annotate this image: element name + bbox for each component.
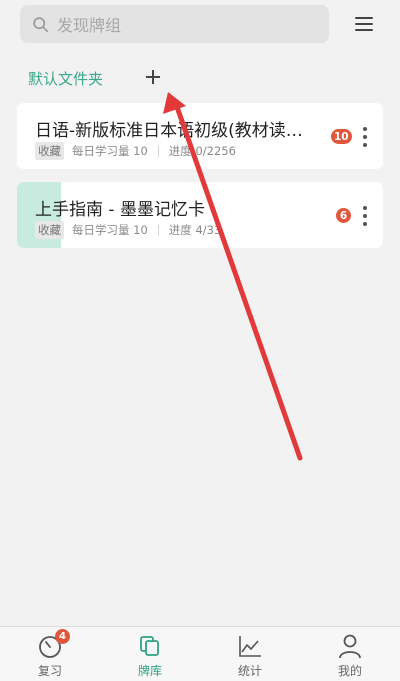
due-count-badge: 6 [336,208,351,223]
profile-icon [339,634,361,659]
more-options-icon[interactable] [360,126,370,148]
due-count-badge: 10 [331,129,352,144]
deck-title: 日语-新版标准日本语初级(教材读… [35,121,303,141]
deck-card[interactable]: 日语-新版标准日本语初级(教材读… 收藏 每日学习量 10 进度 0/2256 … [17,103,383,169]
plus-icon[interactable] [142,66,164,88]
deck-title: 上手指南 - 墨墨记忆卡 [35,200,205,220]
meta-divider [157,145,159,157]
tab-label: 统计 [237,664,262,678]
menu-icon[interactable] [353,14,375,34]
bottom-tab-bar: 4 复习 牌库 统计 我的 [0,626,400,681]
tab-label: 复习 [37,664,62,678]
meta-divider [157,224,159,236]
tab-deck-library[interactable]: 牌库 [100,627,200,681]
search-placeholder: 发现牌组 [57,16,122,35]
search-icon [33,16,49,32]
deck-meta: 收藏 每日学习量 10 进度 0/2256 [35,142,236,160]
stats-chart-icon [239,636,261,657]
deck-meta: 收藏 每日学习量 10 进度 4/33 [35,221,221,239]
tab-label: 我的 [337,664,362,678]
tab-review[interactable]: 4 复习 [0,627,100,681]
tab-stats[interactable]: 统计 [200,627,300,681]
deck-progress-text: 进度 0/2256 [168,144,236,158]
search-input[interactable]: 发现牌组 [20,5,329,43]
tab-label: 牌库 [137,664,162,678]
deck-library-icon [140,636,159,656]
more-options-icon[interactable] [360,205,370,227]
folder-tab-default[interactable]: 默认文件夹 [28,68,103,89]
deck-card[interactable]: 上手指南 - 墨墨记忆卡 收藏 每日学习量 10 进度 4/33 6 [17,182,383,248]
review-count-badge: 4 [55,629,70,644]
deck-progress-text: 进度 4/33 [168,223,222,237]
tab-profile[interactable]: 我的 [300,627,400,681]
daily-amount: 每日学习量 10 [72,144,148,158]
favorite-tag: 收藏 [35,221,64,239]
favorite-tag: 收藏 [35,142,64,160]
daily-amount: 每日学习量 10 [72,223,148,237]
